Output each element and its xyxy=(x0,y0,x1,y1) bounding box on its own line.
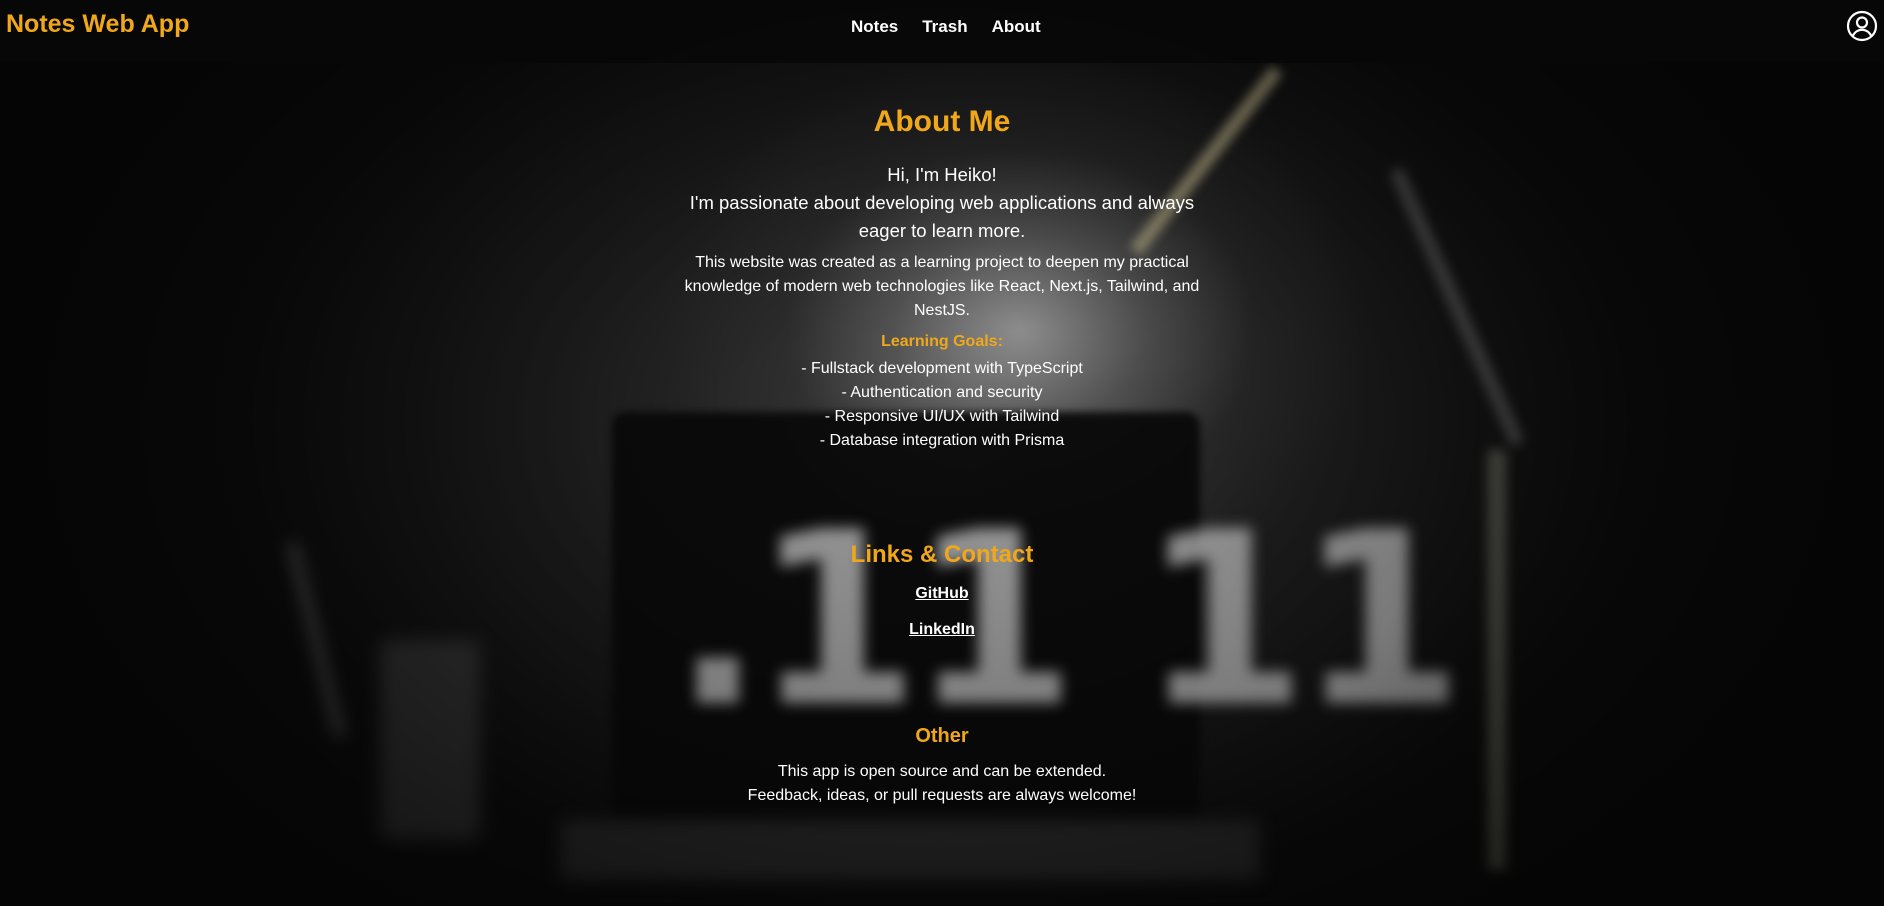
intro-passion: I'm passionate about developing web appl… xyxy=(689,192,1195,241)
list-item: - Database integration with Prisma xyxy=(819,432,1065,449)
linkedin-link[interactable]: LinkedIn xyxy=(909,621,975,638)
other-title: Other xyxy=(915,725,969,747)
other-line-1: This app is open source and can be exten… xyxy=(777,763,1107,780)
nav-about[interactable]: About xyxy=(992,17,1041,37)
list-item: - Fullstack development with TypeScript xyxy=(801,360,1083,377)
other-line-2: Feedback, ideas, or pull requests are al… xyxy=(747,787,1137,804)
page-title: About Me xyxy=(873,105,1011,138)
github-link-row: GitHub xyxy=(0,585,1884,603)
learning-goals-list: - Fullstack development with TypeScript … xyxy=(0,357,1884,453)
intro-text: Hi, I'm Heiko! I'm passionate about deve… xyxy=(672,161,1212,245)
github-link[interactable]: GitHub xyxy=(915,585,968,602)
linkedin-link-row: LinkedIn xyxy=(0,621,1884,639)
links-title: Links & Contact xyxy=(850,541,1034,568)
list-item: - Authentication and security xyxy=(841,384,1043,401)
main-nav: Notes Trash About xyxy=(851,17,1041,37)
project-description: This website was created as a learning p… xyxy=(684,254,1200,319)
top-navbar: Notes Web App Notes Trash About xyxy=(0,0,1884,63)
user-circle-icon[interactable] xyxy=(1846,10,1878,42)
other-text: This app is open source and can be exten… xyxy=(0,760,1884,808)
list-item: - Responsive UI/UX with Tailwind xyxy=(824,408,1060,425)
intro-greeting: Hi, I'm Heiko! xyxy=(887,164,997,185)
brand-logo[interactable]: Notes Web App xyxy=(6,10,189,39)
learning-goals-title: Learning Goals: xyxy=(881,333,1003,350)
nav-trash[interactable]: Trash xyxy=(922,17,967,37)
nav-notes[interactable]: Notes xyxy=(851,17,898,37)
about-page: .11 11 Notes Web App Notes Trash About A… xyxy=(0,0,1884,906)
